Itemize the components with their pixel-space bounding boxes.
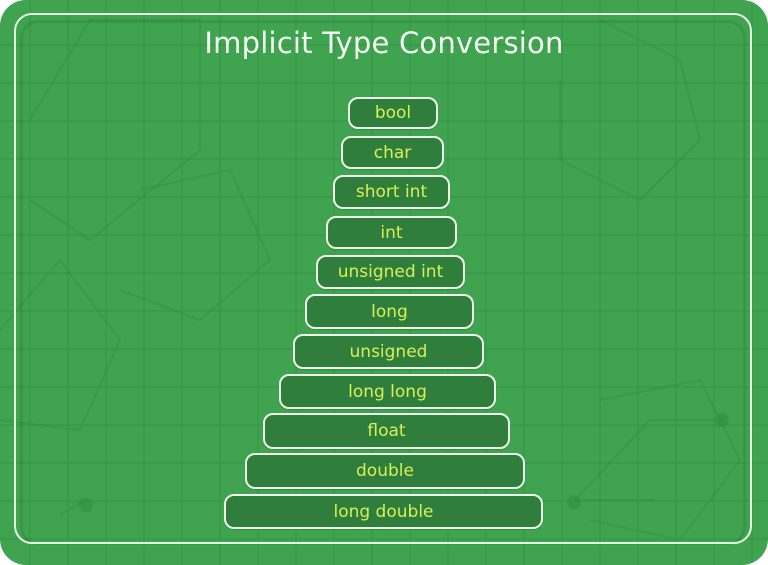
type-level-label: bool xyxy=(374,103,412,123)
type-level-box: unsigned xyxy=(293,334,484,369)
type-level-box: float xyxy=(263,413,510,449)
type-level-box: long xyxy=(305,294,474,329)
type-level-label: long double xyxy=(333,501,434,522)
type-level-label: char xyxy=(373,142,412,163)
type-level-label: int xyxy=(380,222,403,243)
type-level-box: long long xyxy=(279,374,496,409)
diagram-card: Implicit Type Conversion bool char short i… xyxy=(0,0,768,565)
type-level-label: double xyxy=(356,461,414,481)
type-level-label: short int xyxy=(355,182,428,202)
type-level-box: unsigned int xyxy=(316,255,465,289)
type-level-label: long long xyxy=(348,381,427,402)
type-level-box: long double xyxy=(224,494,543,529)
type-level-label: unsigned int xyxy=(337,262,444,282)
type-level-label: unsigned xyxy=(349,341,428,362)
type-level-box: double xyxy=(245,453,525,489)
type-level-label: float xyxy=(367,421,406,441)
type-level-box: short int xyxy=(333,175,450,209)
type-level-label: long xyxy=(371,301,408,322)
type-level-box: bool xyxy=(348,97,438,129)
type-level-box: char xyxy=(341,136,444,169)
diagram-title: Implicit Type Conversion xyxy=(204,26,564,60)
type-level-box: int xyxy=(326,216,457,249)
